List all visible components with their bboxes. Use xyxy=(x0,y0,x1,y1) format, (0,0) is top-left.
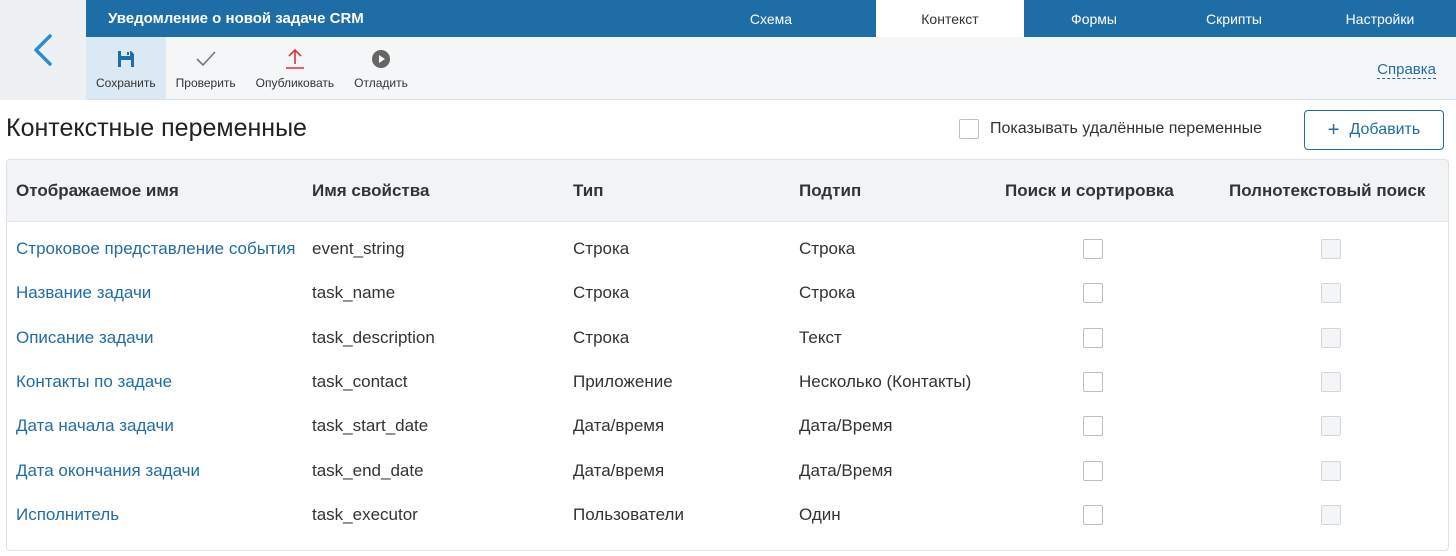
tab-label: Настройки xyxy=(1345,10,1415,27)
property-name: event_string xyxy=(312,239,405,259)
show-deleted-label: Показывать удалённые переменные xyxy=(990,120,1263,137)
fulltext-search-checkbox[interactable] xyxy=(1321,283,1341,304)
subtype-cell: Дата/Время xyxy=(799,416,893,436)
search-sort-checkbox[interactable] xyxy=(1083,327,1103,348)
property-name: task_end_date xyxy=(312,460,424,480)
column-header[interactable]: Тип xyxy=(573,181,603,201)
tab-scripts[interactable]: Скрипты xyxy=(1164,0,1304,37)
table-row[interactable]: Описание задачи task_description Строка … xyxy=(7,316,1448,360)
property-name: task_contact xyxy=(312,372,408,392)
tab-label: Формы xyxy=(1071,10,1117,27)
column-header[interactable]: Имя свойства xyxy=(312,181,429,201)
play-circle-icon xyxy=(371,50,390,68)
tab-bar: Схема Контекст Формы Скрипты Настройки xyxy=(666,0,1456,37)
fulltext-search-checkbox[interactable] xyxy=(1321,460,1341,481)
type-cell: Дата/время xyxy=(573,416,665,436)
toolbar: Сохранить Проверить Опубликовать Отладит… xyxy=(86,37,1456,100)
fulltext-search-checkbox[interactable] xyxy=(1321,504,1341,525)
search-sort-checkbox[interactable] xyxy=(1083,504,1103,525)
column-header[interactable]: Отображаемое имя xyxy=(16,181,179,201)
subtype-cell: Один xyxy=(799,504,841,524)
check-label: Проверить xyxy=(175,76,236,90)
column-header[interactable]: Полнотекстовый поиск xyxy=(1229,181,1425,201)
subtype-cell: Несколько (Контакты) xyxy=(799,372,972,392)
property-name: task_description xyxy=(312,327,435,347)
subtype-cell: Строка xyxy=(799,239,856,259)
display-name-link[interactable]: Дата начала задачи xyxy=(16,416,174,436)
floppy-disk-icon xyxy=(117,51,134,67)
back-button[interactable] xyxy=(21,20,65,80)
add-button[interactable]: + Добавить xyxy=(1304,110,1444,150)
property-name: task_start_date xyxy=(312,416,429,436)
display-name-link[interactable]: Описание задачи xyxy=(16,328,154,348)
heading-row: Контекстные переменные Показывать удалён… xyxy=(6,106,1450,154)
add-label: Добавить xyxy=(1349,121,1421,138)
table-header: Отображаемое имя Имя свойства Тип Подтип… xyxy=(7,160,1448,222)
type-cell: Дата/время xyxy=(573,460,665,480)
check-button[interactable]: Проверить xyxy=(166,37,246,99)
type-cell: Приложение xyxy=(573,372,673,392)
display-name-link[interactable]: Строковое представление события xyxy=(16,239,295,259)
app-title: Уведомление о новой задаче CRM xyxy=(108,10,364,27)
property-name: task_name xyxy=(312,283,396,303)
left-rail xyxy=(0,0,86,100)
column-header[interactable]: Поиск и сортировка xyxy=(1005,181,1174,201)
tab-forms[interactable]: Формы xyxy=(1024,0,1164,37)
variables-table: Отображаемое имя Имя свойства Тип Подтип… xyxy=(6,159,1449,551)
show-deleted-toggle[interactable]: Показывать удалённые переменные xyxy=(959,119,1262,139)
save-label: Сохранить xyxy=(96,76,156,90)
type-cell: Строка xyxy=(573,327,630,347)
subtype-cell: Строка xyxy=(799,283,856,303)
type-cell: Пользователи xyxy=(573,504,684,524)
tab-context[interactable]: Контекст xyxy=(876,0,1024,37)
table-row[interactable]: Дата окончания задачи task_end_date Дата… xyxy=(7,448,1448,492)
table-row[interactable]: Контакты по задаче task_contact Приложен… xyxy=(7,360,1448,404)
display-name-link[interactable]: Дата окончания задачи xyxy=(16,461,200,481)
table-row[interactable]: Название задачи task_name Строка Строка xyxy=(7,271,1448,315)
table-row[interactable]: Дата начала задачи task_start_date Дата/… xyxy=(7,404,1448,448)
chevron-left-icon xyxy=(34,34,52,66)
display-name-link[interactable]: Название задачи xyxy=(16,283,151,303)
fulltext-search-checkbox[interactable] xyxy=(1321,327,1341,348)
type-cell: Строка xyxy=(573,283,630,303)
fulltext-search-checkbox[interactable] xyxy=(1321,372,1341,393)
publish-label: Опубликовать xyxy=(255,76,335,90)
checkmark-icon xyxy=(196,51,216,67)
type-cell: Строка xyxy=(573,239,630,259)
table-body: Строковое представление события event_st… xyxy=(7,222,1448,537)
subtype-cell: Дата/Время xyxy=(799,460,893,480)
debug-button[interactable]: Отладить xyxy=(344,37,418,99)
search-sort-checkbox[interactable] xyxy=(1083,283,1103,304)
tab-label: Схема xyxy=(749,10,793,27)
publish-button[interactable]: Опубликовать xyxy=(246,37,344,99)
help-link[interactable]: Справка xyxy=(1377,61,1436,79)
display-name-link[interactable]: Исполнитель xyxy=(16,505,119,525)
save-button[interactable]: Сохранить xyxy=(86,37,166,99)
tab-schema[interactable]: Схема xyxy=(666,0,876,37)
show-deleted-checkbox[interactable] xyxy=(959,119,979,139)
column-header[interactable]: Подтип xyxy=(799,181,861,201)
fulltext-search-checkbox[interactable] xyxy=(1321,239,1341,260)
search-sort-checkbox[interactable] xyxy=(1083,416,1103,437)
tab-label: Контекст xyxy=(921,10,979,27)
display-name-link[interactable]: Контакты по задаче xyxy=(16,372,172,392)
property-name: task_executor xyxy=(312,504,418,524)
table-row[interactable]: Строковое представление события event_st… xyxy=(7,227,1448,271)
subtype-cell: Текст xyxy=(799,327,842,347)
top-bar: Уведомление о новой задаче CRM Схема Кон… xyxy=(86,0,1456,37)
tab-settings[interactable]: Настройки xyxy=(1304,0,1456,37)
search-sort-checkbox[interactable] xyxy=(1083,239,1103,260)
page-title: Контекстные переменные xyxy=(6,114,307,142)
fulltext-search-checkbox[interactable] xyxy=(1321,416,1341,437)
plus-icon: + xyxy=(1327,119,1340,141)
tab-label: Скрипты xyxy=(1206,10,1262,27)
search-sort-checkbox[interactable] xyxy=(1083,460,1103,481)
upload-arrow-icon xyxy=(285,48,304,69)
debug-label: Отладить xyxy=(354,76,408,90)
table-row[interactable]: Исполнитель task_executor Пользователи О… xyxy=(7,493,1448,537)
search-sort-checkbox[interactable] xyxy=(1083,372,1103,393)
